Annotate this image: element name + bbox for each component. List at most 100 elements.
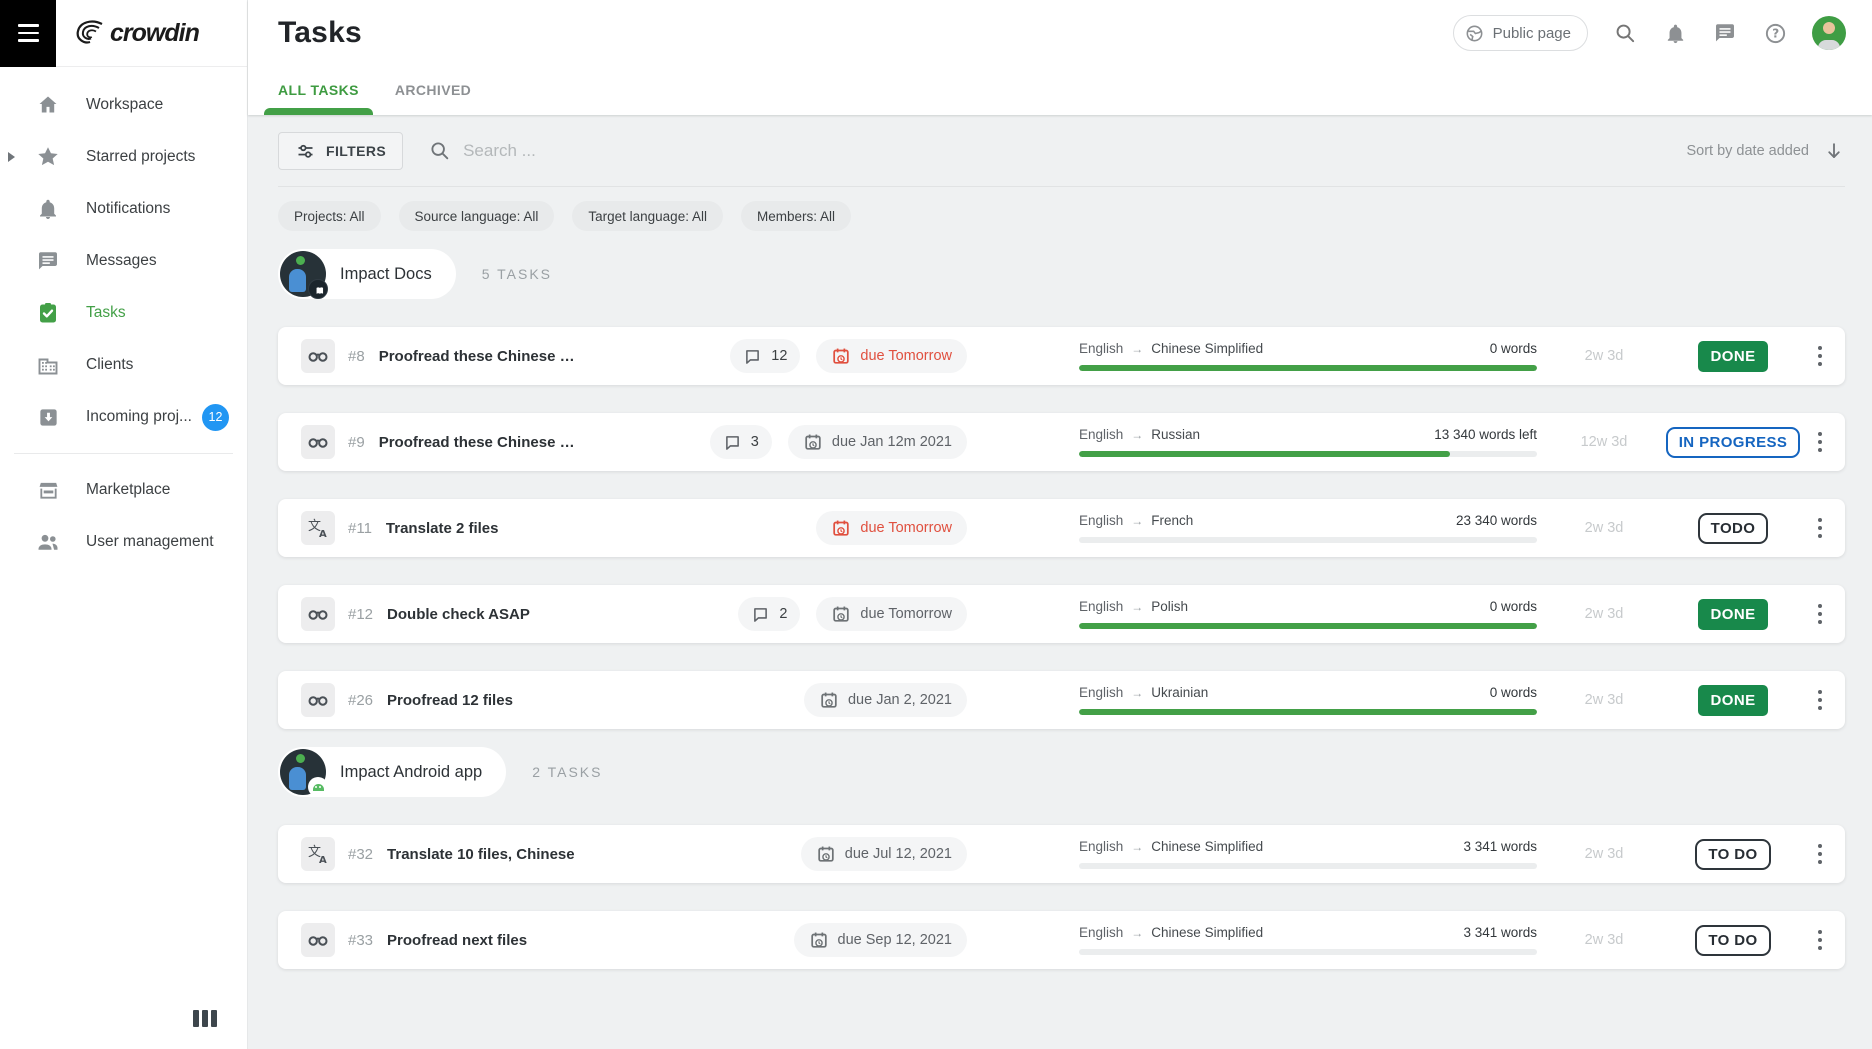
users-icon — [36, 530, 60, 554]
progress-bar — [1079, 949, 1537, 955]
task-id: #33 — [348, 932, 373, 949]
task-row[interactable]: #12 Double check ASAP 2 due Tomorrow — [278, 585, 1845, 643]
due-date-pill: due Tomorrow — [816, 597, 967, 631]
status-badge: TO DO — [1695, 925, 1770, 956]
search-icon — [429, 140, 451, 162]
user-avatar[interactable] — [1812, 16, 1846, 50]
search-icon[interactable] — [1612, 20, 1638, 46]
sidebar-item-incoming-projects[interactable]: Incoming proj... 12 — [0, 391, 247, 443]
task-row[interactable]: #32 Translate 10 files, Chinese due Jul … — [278, 825, 1845, 883]
chip-target-language[interactable]: Target language: All — [572, 201, 723, 231]
crowdin-logo: crowdin — [74, 19, 199, 48]
crowdin-logo-text: crowdin — [110, 19, 199, 48]
tab-all-tasks[interactable]: ALL TASKS — [278, 82, 359, 115]
sidebar-item-clients[interactable]: Clients — [0, 339, 247, 391]
message-icon — [36, 249, 60, 273]
task-row[interactable]: #8 Proofread these Chinese strings ASAP … — [278, 327, 1845, 385]
crowdin-logo-icon — [74, 20, 104, 46]
bell-icon — [36, 197, 60, 221]
source-language: English — [1079, 685, 1123, 700]
task-title: Proofread these Chinese strings ASAP — [379, 434, 577, 451]
comments-count: 3 — [751, 434, 759, 450]
sidebar-item-tasks[interactable]: Tasks — [0, 287, 247, 339]
due-date-label: due Jul 12, 2021 — [845, 846, 952, 862]
source-language: English — [1079, 925, 1123, 940]
comment-icon — [743, 347, 762, 366]
task-menu-button[interactable] — [1807, 684, 1833, 717]
project-link-impact-android-app[interactable]: Impact Android app — [278, 747, 506, 797]
task-title: Proofread next files — [387, 932, 527, 949]
language-progress: English → Chinese Simplified 3 341 words — [1079, 839, 1537, 869]
translate-icon — [301, 511, 335, 545]
project-avatar — [280, 251, 326, 297]
chip-members[interactable]: Members: All — [741, 201, 851, 231]
due-date-label: due Jan 2, 2021 — [848, 692, 952, 708]
clients-building-icon — [36, 353, 60, 377]
notifications-bell-icon[interactable] — [1662, 20, 1688, 46]
sort-control[interactable]: Sort by date added — [1686, 140, 1845, 162]
due-date-pill: due Sep 12, 2021 — [794, 923, 968, 957]
words-count: 23 340 words — [1456, 513, 1537, 528]
chip-projects[interactable]: Projects: All — [278, 201, 381, 231]
expand-caret-icon[interactable] — [8, 152, 15, 162]
task-menu-button[interactable] — [1807, 340, 1833, 373]
task-age: 2w 3d — [1549, 348, 1659, 364]
calendar-icon — [831, 346, 851, 366]
progress-bar — [1079, 623, 1537, 629]
due-date-pill: due Jul 12, 2021 — [801, 837, 967, 871]
task-row[interactable]: #33 Proofread next files due Sep 12, 202… — [278, 911, 1845, 969]
source-language: English — [1079, 341, 1123, 356]
target-language: Chinese Simplified — [1151, 341, 1263, 356]
words-count: 3 341 words — [1463, 839, 1537, 854]
task-title: Translate 10 files, Chinese — [387, 846, 575, 863]
proofread-icon — [301, 923, 335, 957]
sidebar-item-workspace[interactable]: Workspace — [0, 79, 247, 131]
search-input[interactable] — [463, 141, 883, 161]
task-row[interactable]: #11 Translate 2 files due Tomorrow Engli… — [278, 499, 1845, 557]
task-menu-button[interactable] — [1807, 838, 1833, 871]
arrow-icon: → — [1131, 840, 1143, 854]
arrow-icon: → — [1131, 514, 1143, 528]
task-menu-button[interactable] — [1807, 924, 1833, 957]
due-date-pill: due Jan 12m 2021 — [788, 425, 967, 459]
comments-pill[interactable]: 12 — [730, 339, 800, 373]
filters-button[interactable]: FILTERS — [278, 132, 403, 170]
chip-source-language[interactable]: Source language: All — [399, 201, 555, 231]
calendar-icon — [809, 930, 829, 950]
tab-archived[interactable]: ARCHIVED — [395, 82, 471, 115]
sidebar-item-notifications[interactable]: Notifications — [0, 183, 247, 235]
task-menu-button[interactable] — [1807, 426, 1833, 459]
messages-chat-icon[interactable] — [1712, 20, 1738, 46]
filter-chips: Projects: All Source language: All Targe… — [278, 201, 1845, 231]
columns-grid-icon[interactable] — [193, 1010, 217, 1027]
sidebar-item-starred-projects[interactable]: Starred projects — [0, 131, 247, 183]
words-count: 3 341 words — [1463, 925, 1537, 940]
sidebar-nav: Workspace Starred projects Notifications… — [0, 67, 247, 568]
hamburger-menu-button[interactable] — [0, 0, 56, 67]
sidebar-item-messages[interactable]: Messages — [0, 235, 247, 287]
project-link-impact-docs[interactable]: Impact Docs — [278, 249, 456, 299]
incoming-inbox-icon — [36, 405, 60, 429]
public-page-button[interactable]: Public page — [1453, 15, 1588, 51]
proofread-icon — [301, 339, 335, 373]
task-menu-button[interactable] — [1807, 598, 1833, 631]
due-date-pill: due Tomorrow — [816, 511, 967, 545]
source-language: English — [1079, 599, 1123, 614]
progress-bar — [1079, 863, 1537, 869]
incoming-projects-count-badge: 12 — [202, 404, 229, 431]
comments-pill[interactable]: 3 — [710, 425, 772, 459]
task-row[interactable]: #26 Proofread 12 files due Jan 2, 2021 E… — [278, 671, 1845, 729]
group-task-count: 5 TASKS — [482, 266, 552, 282]
globe-icon — [1464, 23, 1485, 44]
target-language: Chinese Simplified — [1151, 839, 1263, 854]
help-icon[interactable] — [1762, 20, 1788, 46]
sidebar-item-user-management[interactable]: User management — [0, 516, 247, 568]
task-row[interactable]: #9 Proofread these Chinese strings ASAP … — [278, 413, 1845, 471]
comments-count: 12 — [771, 348, 787, 364]
task-id: #32 — [348, 846, 373, 863]
calendar-icon — [819, 690, 839, 710]
comments-pill[interactable]: 2 — [738, 597, 800, 631]
task-menu-button[interactable] — [1807, 512, 1833, 545]
sidebar-item-marketplace[interactable]: Marketplace — [0, 464, 247, 516]
task-title: Proofread these Chinese strings ASAP — [379, 348, 577, 365]
